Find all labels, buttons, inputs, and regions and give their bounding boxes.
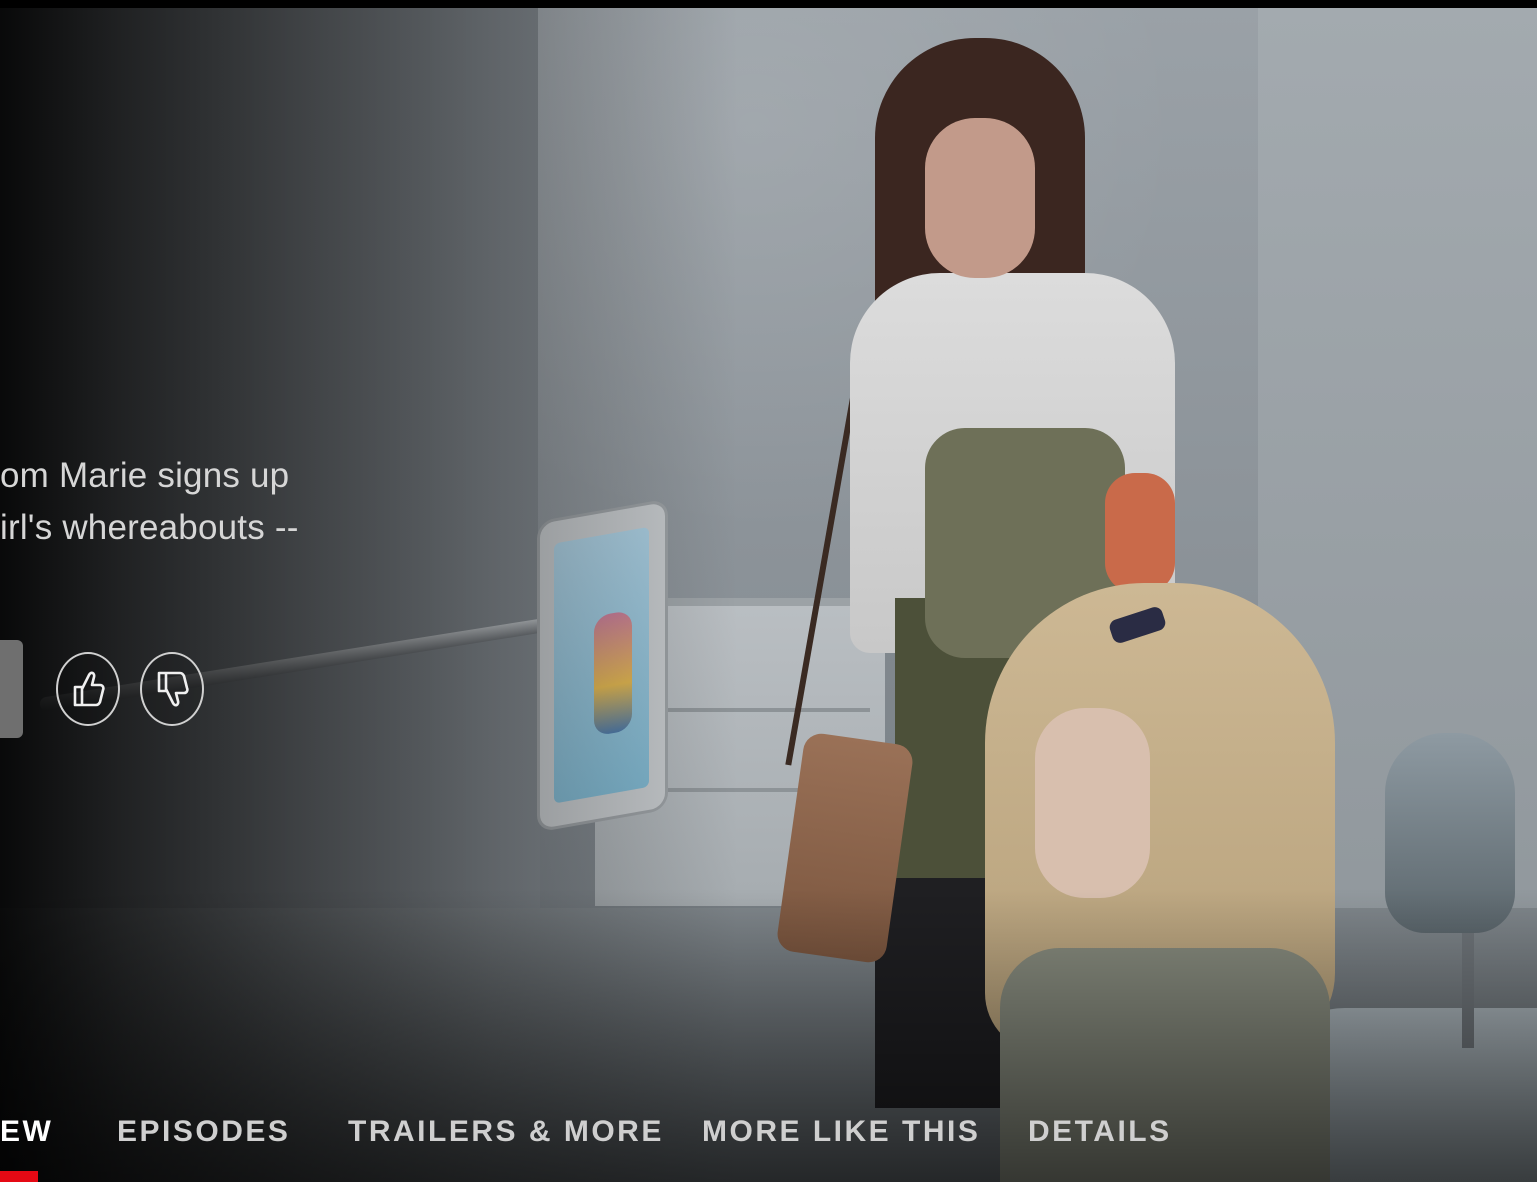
backdrop-woman-face: [925, 118, 1035, 278]
thumbs-up-button[interactable]: [56, 652, 120, 726]
thumbs-up-icon: [73, 671, 105, 707]
tab-details[interactable]: DETAILS: [1028, 1115, 1172, 1149]
active-tab-indicator: [0, 1171, 38, 1182]
thumbs-down-icon: [157, 671, 189, 707]
backdrop-tablet-screen: [554, 526, 649, 804]
synopsis-text: om Marie signs up irl's whereabouts --: [0, 450, 320, 554]
tab-overview[interactable]: EW: [0, 1115, 53, 1149]
top-letterbox-bar: [0, 0, 1537, 8]
tab-trailers-and-more[interactable]: TRAILERS & MORE: [348, 1115, 664, 1149]
backdrop-orange-item: [1105, 473, 1175, 593]
detail-tabs: EW EPISODES TRAILERS & MORE MORE LIKE TH…: [0, 1105, 1537, 1182]
backdrop-chair-headrest: [1385, 733, 1515, 933]
synopsis-line: om Marie signs up: [0, 456, 290, 495]
backdrop-girl-face: [1035, 708, 1150, 898]
backdrop-tablet-character: [594, 609, 632, 737]
tab-episodes[interactable]: EPISODES: [117, 1115, 290, 1149]
backdrop-tablet: [540, 501, 665, 830]
backdrop-chair-post: [1462, 928, 1474, 1048]
play-button[interactable]: [0, 640, 23, 738]
tab-more-like-this[interactable]: MORE LIKE THIS: [702, 1115, 980, 1149]
synopsis-line: irl's whereabouts --: [0, 508, 299, 547]
hero-backdrop-image: [0, 8, 1537, 1182]
thumbs-down-button[interactable]: [140, 652, 204, 726]
